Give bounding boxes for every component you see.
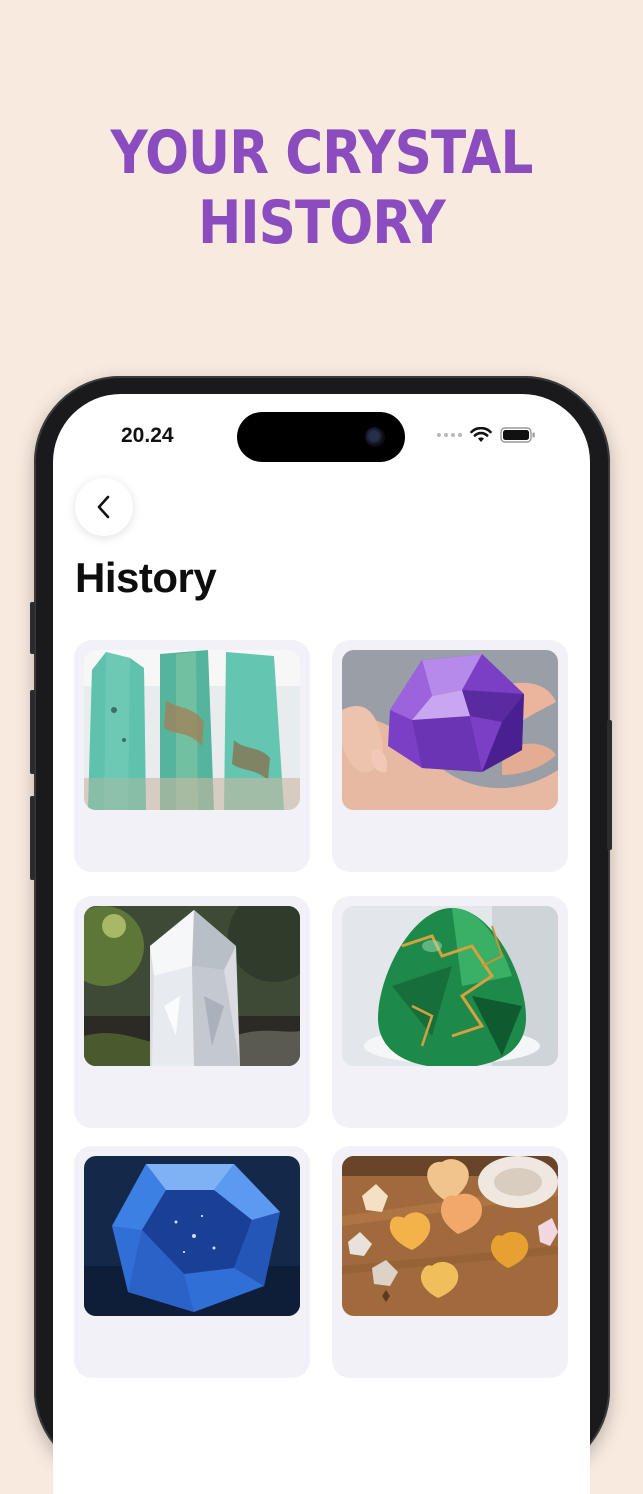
app-screen: 20.24 History xyxy=(53,394,590,1494)
history-card[interactable] xyxy=(332,640,568,872)
wifi-icon xyxy=(470,427,492,442)
history-card[interactable] xyxy=(332,1146,568,1378)
battery-icon xyxy=(500,427,535,443)
amethyst-in-hand-image xyxy=(342,650,558,810)
phone-volume-up-button xyxy=(30,690,35,774)
history-card[interactable] xyxy=(74,896,310,1128)
chevron-left-icon xyxy=(97,495,110,519)
camera-icon xyxy=(365,427,385,447)
marketing-headline: YOUR CRYSTAL HISTORY xyxy=(45,118,598,258)
history-card[interactable] xyxy=(332,896,568,1128)
cellular-signal-icon xyxy=(437,433,462,437)
phone-power-button xyxy=(607,720,612,850)
page-title: History xyxy=(75,554,217,601)
phone-side-button xyxy=(30,602,35,654)
status-time: 20.24 xyxy=(121,424,174,447)
clear-quartz-point-image xyxy=(84,906,300,1066)
headline-line-1: YOUR CRYSTAL xyxy=(110,118,534,188)
headline-line-2: HISTORY xyxy=(198,188,446,258)
citrine-hearts-image xyxy=(342,1156,558,1316)
history-card[interactable] xyxy=(74,1146,310,1378)
back-button[interactable] xyxy=(75,478,133,536)
amazonite-towers-image xyxy=(84,650,300,810)
status-icons xyxy=(437,427,536,443)
green-gemstone-egg-image xyxy=(342,906,558,1066)
dynamic-island xyxy=(237,412,405,462)
phone-volume-down-button xyxy=(30,796,35,880)
blue-faceted-gem-image xyxy=(84,1156,300,1316)
history-card[interactable] xyxy=(74,640,310,872)
